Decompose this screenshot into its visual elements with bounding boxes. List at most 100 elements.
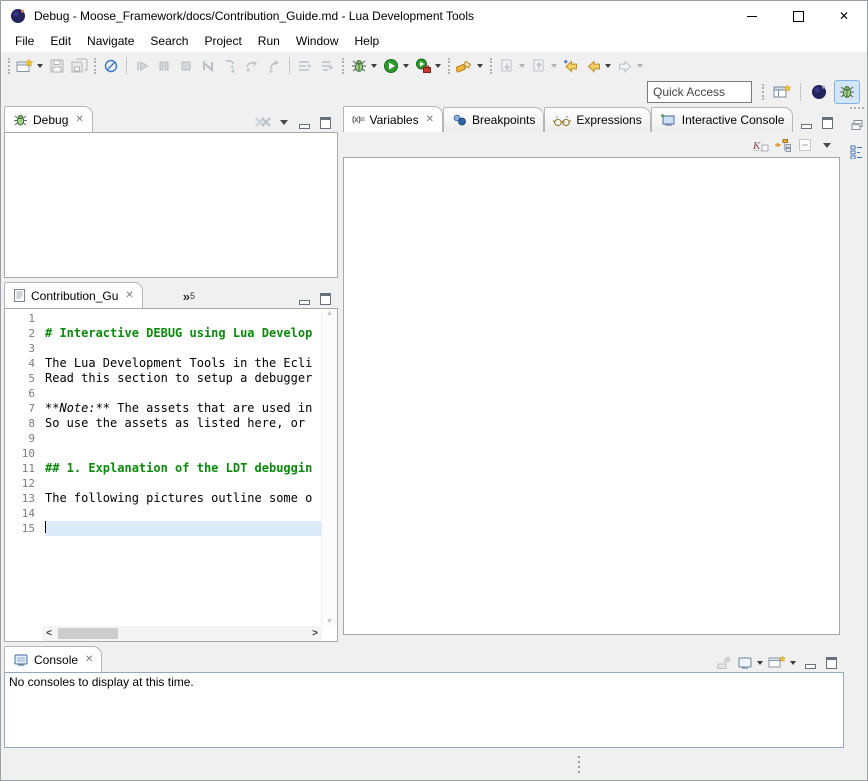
debug-dropdown[interactable] xyxy=(371,64,377,68)
remove-all-terminated-button[interactable] xyxy=(253,113,272,132)
tab-close-icon[interactable]: ✕ xyxy=(85,654,93,665)
tab-contribution-guide[interactable]: Contribution_Gu ✕ xyxy=(4,282,143,308)
menu-item-search[interactable]: Search xyxy=(142,31,196,52)
console-content[interactable]: No consoles to display at this time. xyxy=(4,672,844,748)
suspend-button[interactable] xyxy=(153,55,175,77)
show-type-names-icon[interactable]: K xyxy=(751,136,770,155)
run-dropdown[interactable] xyxy=(403,64,409,68)
debug-button[interactable] xyxy=(348,55,370,77)
editor-line[interactable]: 13The following pictures outline some o xyxy=(5,491,322,506)
forward-dropdown[interactable] xyxy=(637,64,643,68)
view-menu-icon[interactable] xyxy=(817,136,836,155)
step-return-button[interactable] xyxy=(263,55,285,77)
editor-line[interactable]: 7**Note:** The assets that are used in xyxy=(5,401,322,416)
tab-breakpoints[interactable]: Breakpoints xyxy=(443,107,544,132)
run-button[interactable] xyxy=(380,55,402,77)
show-logical-structure-icon[interactable] xyxy=(773,136,792,155)
new-wizard-dropdown[interactable] xyxy=(37,64,43,68)
perspective-debug-button[interactable] xyxy=(834,80,860,104)
minimize-view-button[interactable] xyxy=(797,113,816,132)
tab-interactive-console[interactable]: Interactive Console xyxy=(651,107,794,132)
maximize-view-button[interactable] xyxy=(316,289,335,308)
toolbar-grip[interactable] xyxy=(762,84,764,100)
open-perspective-button[interactable] xyxy=(769,80,795,104)
next-annotation-dropdown[interactable] xyxy=(519,64,525,68)
external-tools-button[interactable] xyxy=(412,55,434,77)
quick-access-input[interactable]: Quick Access xyxy=(647,81,752,103)
menu-item-window[interactable]: Window xyxy=(288,31,347,52)
view-menu-icon[interactable] xyxy=(274,113,293,132)
maximize-view-button[interactable] xyxy=(818,113,837,132)
open-console-dropdown[interactable] xyxy=(790,661,796,665)
resume-button[interactable] xyxy=(131,55,153,77)
editor-line[interactable]: 15 xyxy=(5,521,322,536)
previous-annotation-button[interactable] xyxy=(528,55,550,77)
toolbar-grip[interactable] xyxy=(448,58,450,74)
tab-console[interactable]: Console ✕ xyxy=(4,646,102,672)
scroll-left-icon[interactable]: < xyxy=(42,628,56,639)
toolbar-grip[interactable] xyxy=(490,58,492,74)
step-into-button[interactable] xyxy=(219,55,241,77)
back-dropdown[interactable] xyxy=(605,64,611,68)
editor-horizontal-scrollbar[interactable]: < > xyxy=(42,626,322,641)
menu-item-run[interactable]: Run xyxy=(250,31,288,52)
search-icon[interactable] xyxy=(454,55,476,77)
external-tools-dropdown[interactable] xyxy=(435,64,441,68)
perspective-lua-button[interactable] xyxy=(806,80,832,104)
open-console-icon[interactable] xyxy=(768,653,787,672)
terminate-button[interactable] xyxy=(175,55,197,77)
variables-content[interactable] xyxy=(343,157,840,635)
editor-line[interactable]: 6 xyxy=(5,386,322,401)
step-over-button[interactable] xyxy=(241,55,263,77)
toolbar-grip[interactable] xyxy=(94,58,96,74)
editor-line[interactable]: 1 xyxy=(5,311,322,326)
menu-item-project[interactable]: Project xyxy=(196,31,249,52)
editor-line[interactable]: 4The Lua Development Tools in the Ecli xyxy=(5,356,322,371)
menu-item-help[interactable]: Help xyxy=(347,31,388,52)
editor-line[interactable]: 5Read this section to setup a debugger xyxy=(5,371,322,386)
editor-text-area[interactable]: 12# Interactive DEBUG using Lua Develop3… xyxy=(5,311,322,536)
save-all-button[interactable] xyxy=(68,55,90,77)
new-wizard-button[interactable] xyxy=(14,55,36,77)
scroll-up-icon[interactable]: ▲ xyxy=(322,310,337,317)
tab-variables[interactable]: (x)= Variables ✕ xyxy=(343,106,443,132)
menu-item-edit[interactable]: Edit xyxy=(42,31,79,52)
editor-line[interactable]: 14 xyxy=(5,506,322,521)
use-step-filters-button[interactable] xyxy=(294,55,316,77)
last-edit-location-button[interactable] xyxy=(560,55,582,77)
outline-view-icon[interactable] xyxy=(847,142,866,161)
display-selected-console-icon[interactable] xyxy=(735,653,754,672)
menu-item-file[interactable]: File xyxy=(7,31,42,52)
restore-view-icon[interactable] xyxy=(847,115,866,134)
debug-view-content[interactable] xyxy=(4,132,338,278)
forward-button[interactable] xyxy=(614,55,636,77)
hidden-editors-chevron[interactable]: »5 xyxy=(183,284,195,308)
status-bar-grip[interactable] xyxy=(577,756,581,776)
previous-annotation-dropdown[interactable] xyxy=(551,64,557,68)
drop-to-frame-button[interactable] xyxy=(316,55,338,77)
minimize-view-button[interactable] xyxy=(295,113,314,132)
display-console-dropdown[interactable] xyxy=(757,661,763,665)
trim-grip[interactable] xyxy=(850,107,864,109)
tab-debug[interactable]: Debug ✕ xyxy=(4,106,93,132)
maximize-view-button[interactable] xyxy=(316,113,335,132)
scrollbar-thumb[interactable] xyxy=(58,628,118,639)
editor-line[interactable]: 11## 1. Explanation of the LDT debuggin xyxy=(5,461,322,476)
tab-expressions[interactable]: Expressions xyxy=(544,107,650,132)
toolbar-grip[interactable] xyxy=(8,58,10,74)
menu-item-navigate[interactable]: Navigate xyxy=(79,31,142,52)
tab-close-icon[interactable]: ✕ xyxy=(75,114,83,125)
window-close-button[interactable]: ✕ xyxy=(821,1,867,31)
search-dropdown[interactable] xyxy=(477,64,483,68)
editor-line[interactable]: 9 xyxy=(5,431,322,446)
window-maximize-button[interactable] xyxy=(775,1,821,31)
disconnect-button[interactable] xyxy=(197,55,219,77)
editor-content[interactable]: 12# Interactive DEBUG using Lua Develop3… xyxy=(4,308,338,642)
back-button[interactable] xyxy=(582,55,604,77)
scroll-down-icon[interactable]: ▼ xyxy=(322,618,337,625)
editor-vertical-scrollbar[interactable]: ▲ ▼ xyxy=(321,309,337,626)
window-minimize-button[interactable] xyxy=(729,1,775,31)
minimize-view-button[interactable] xyxy=(801,653,820,672)
next-annotation-button[interactable] xyxy=(496,55,518,77)
toolbar-grip[interactable] xyxy=(342,58,344,74)
